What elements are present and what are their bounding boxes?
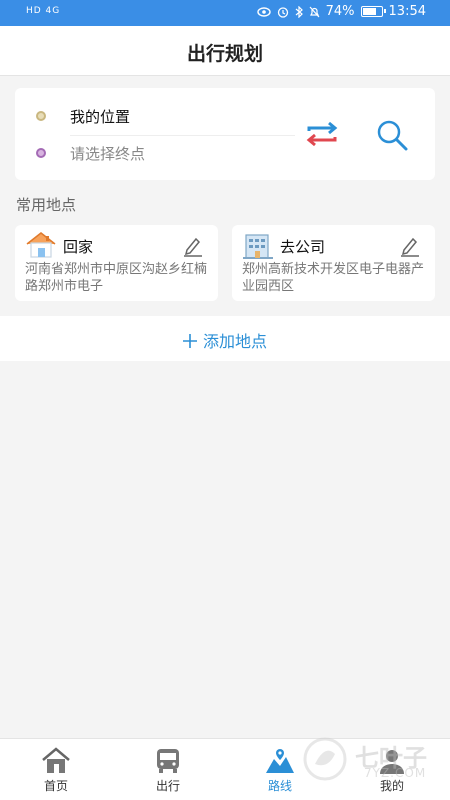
search-icon[interactable] <box>375 118 409 152</box>
edit-pencil-icon[interactable] <box>182 235 204 257</box>
place-address: 郑州高新技术开发区电子电器产业园西区 <box>242 262 425 294</box>
plus-icon <box>182 334 197 348</box>
place-name: 回家 <box>63 238 94 256</box>
bus-icon <box>157 749 179 773</box>
destination-field[interactable]: 请选择终点 <box>15 133 295 173</box>
mute-bell-icon <box>309 6 320 17</box>
edit-pencil-icon[interactable] <box>399 235 421 257</box>
office-building-icon <box>243 234 273 259</box>
origin-dot-icon <box>36 111 46 121</box>
bluetooth-icon <box>295 5 303 18</box>
network-indicator: HD 4G <box>26 6 61 16</box>
tab-travel[interactable]: 出行 <box>112 739 224 800</box>
watermark-logo: 七叶子 7YZ.COM <box>300 730 450 786</box>
leaf-logo-icon <box>303 737 347 781</box>
page-title: 出行规划 <box>186 43 263 65</box>
status-icons: 74% 13:54 <box>256 4 426 19</box>
battery-icon <box>360 6 386 17</box>
place-card-work[interactable]: 去公司 郑州高新技术开发区电子电器产业园西区 <box>232 225 435 301</box>
tab-home[interactable]: 首页 <box>0 739 112 800</box>
house-icon <box>26 232 56 258</box>
status-bar: HD 4G 74% 13:54 <box>0 0 450 26</box>
origin-label: 我的位置 <box>70 107 131 126</box>
route-map-icon <box>266 749 294 773</box>
eye-icon <box>256 6 271 17</box>
place-name: 去公司 <box>280 238 326 256</box>
place-address: 河南省郑州市中原区沟赵乡红楠路郑州市电子 <box>25 262 208 294</box>
tab-label: 首页 <box>43 779 68 793</box>
origin-field[interactable]: 我的位置 <box>15 96 295 136</box>
clock: 13:54 <box>388 4 426 19</box>
common-places-label: 常用地点 <box>16 196 77 214</box>
home-icon <box>42 747 70 773</box>
add-place-label: 添加地点 <box>202 332 267 351</box>
route-planner-card: 我的位置 请选择终点 <box>15 88 435 180</box>
watermark-subtext: 7YZ.COM <box>364 766 427 780</box>
swap-icon[interactable] <box>305 120 339 148</box>
destination-dot-icon <box>36 148 46 158</box>
add-place-row: 添加地点 <box>182 328 267 352</box>
tab-label: 出行 <box>155 779 180 793</box>
battery-percent: 74% <box>325 4 355 19</box>
app-header: 出行规划 <box>0 26 450 76</box>
add-place-button[interactable]: 添加地点 <box>0 316 450 361</box>
alarm-icon <box>277 6 288 18</box>
place-card-home[interactable]: 回家 河南省郑州市中原区沟赵乡红楠路郑州市电子 <box>15 225 218 301</box>
destination-placeholder: 请选择终点 <box>70 144 146 163</box>
